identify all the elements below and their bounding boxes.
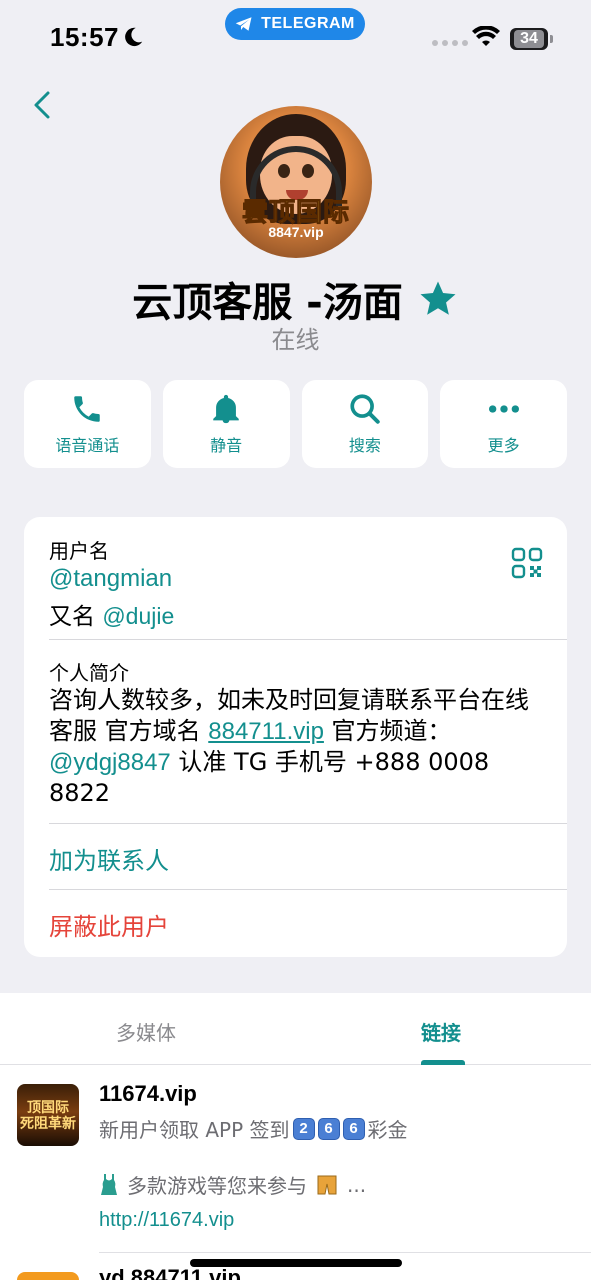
link-desc-suffix: 彩金 — [367, 1118, 408, 1142]
block-user-button[interactable]: 屏蔽此用户 — [49, 907, 169, 942]
status-time: 15:57 — [50, 22, 119, 52]
tab-links[interactable]: 链接 — [421, 1017, 461, 1046]
alias-row: 又名 @dujie — [49, 597, 174, 631]
wifi-icon — [472, 26, 500, 46]
link-description-2: 多款游戏等您来参与 ... — [99, 1170, 366, 1199]
mute-button[interactable]: 静音 — [162, 380, 290, 468]
premium-star-icon[interactable] — [417, 278, 459, 320]
telegram-pill-label: TELEGRAM — [261, 15, 355, 32]
link-desc-prefix: 新用户领取 APP 签到 — [99, 1118, 290, 1142]
bio-label: 个人简介 — [49, 661, 129, 685]
link-desc2-ellipsis: ... — [347, 1172, 367, 1197]
link-title[interactable]: 11674.vip — [99, 1081, 197, 1107]
avatar-eye — [302, 164, 314, 178]
bell-icon — [213, 394, 239, 424]
tab-active-indicator — [421, 1060, 465, 1065]
phone-icon — [74, 396, 101, 422]
link-thumbnail[interactable] — [17, 1272, 79, 1280]
shared-content-panel: 多媒体 链接 顶国际 死阻革新 11674.vip 新用户领取 APP 签到 2 … — [0, 993, 591, 1280]
keycap-digit: 6 — [342, 1117, 365, 1140]
search-button[interactable]: 搜索 — [301, 380, 429, 468]
swimsuit-emoji-icon — [101, 1173, 117, 1195]
more-button[interactable]: 更多 — [440, 380, 567, 468]
battery-cap — [550, 35, 553, 43]
bio-channel-link[interactable]: @ydgj8847 — [49, 749, 171, 776]
keycap-digit: 6 — [317, 1117, 340, 1140]
shared-tabs: 多媒体 链接 — [0, 993, 591, 1065]
keycap-digit: 2 — [292, 1117, 315, 1140]
status-bar: 15:57 TELEGRAM 34 — [0, 0, 591, 70]
alias-value[interactable]: @dujie — [102, 603, 174, 629]
link-description: 新用户领取 APP 签到 2 6 6 彩金 — [99, 1114, 408, 1143]
mute-label: 静音 — [210, 436, 243, 455]
avatar[interactable]: 雲顶国际 8847.vip — [220, 106, 372, 258]
action-bar: 语音通话 静音 搜索 更多 — [24, 380, 567, 468]
search-label: 搜索 — [348, 436, 381, 455]
username-label: 用户名 — [49, 539, 109, 563]
bio-text: 咨询人数较多，如未及时回复请联系平台在线客服 官方域名 884711.vip 官… — [49, 685, 549, 809]
divider — [49, 823, 567, 824]
alias-prefix: 又名 — [49, 604, 95, 630]
presence-status: 在线 — [271, 326, 320, 354]
shorts-emoji-icon — [317, 1175, 337, 1194]
tab-media[interactable]: 多媒体 — [116, 1017, 176, 1046]
avatar-eye — [278, 164, 290, 178]
bio-domain-link[interactable]: 884711.vip — [208, 718, 324, 745]
telegram-pill[interactable]: TELEGRAM — [225, 8, 365, 40]
battery-indicator: 34 — [510, 28, 548, 50]
info-card: 用户名 @tangmian 又名 @dujie 个人简介 咨询人数较多，如未及时… — [24, 517, 567, 957]
username-value[interactable]: @tangmian — [49, 565, 172, 593]
battery-level: 34 — [514, 30, 544, 48]
link-url[interactable]: http://11674.vip — [99, 1209, 234, 1232]
more-icon — [488, 405, 519, 413]
avatar-url-text: 8847.vip — [268, 224, 324, 240]
link-thumbnail-text: 顶国际 死阻革新 — [20, 1100, 76, 1132]
more-label: 更多 — [487, 436, 520, 455]
divider — [49, 889, 567, 890]
link-desc2-text: 多款游戏等您来参与 — [127, 1174, 307, 1198]
cellular-dots-icon — [432, 40, 468, 46]
telegram-plane-icon — [235, 17, 252, 31]
moon-icon — [125, 27, 143, 47]
voice-call-button[interactable]: 语音通话 — [24, 380, 151, 468]
add-contact-button[interactable]: 加为联系人 — [49, 841, 169, 876]
bio-part2: 官方频道： — [323, 717, 452, 745]
divider — [99, 1252, 591, 1253]
link-thumbnail[interactable]: 顶国际 死阻革新 — [17, 1084, 79, 1146]
voice-call-label: 语音通话 — [55, 436, 120, 455]
home-indicator[interactable] — [190, 1259, 402, 1267]
search-icon — [350, 394, 380, 424]
divider — [49, 639, 567, 640]
back-chevron-icon[interactable] — [30, 90, 54, 120]
qr-code-icon[interactable] — [511, 547, 543, 579]
link-title[interactable]: yd 884711.vip — [99, 1265, 241, 1280]
